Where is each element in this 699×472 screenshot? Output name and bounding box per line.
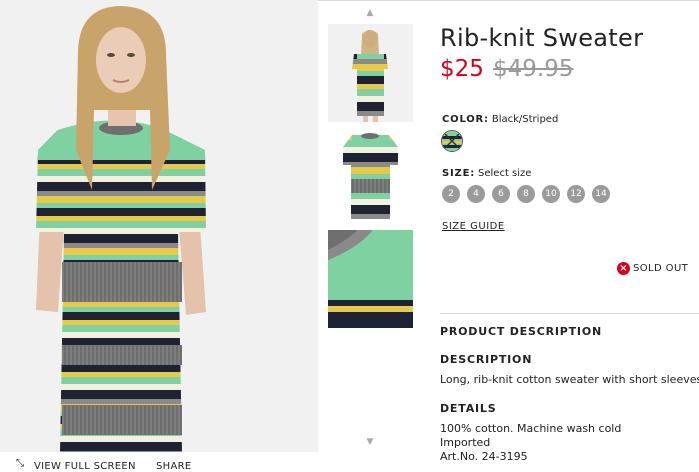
thumbnail-3[interactable] bbox=[328, 230, 413, 328]
close-circle-icon: × bbox=[617, 262, 630, 275]
details-heading: DETAILS bbox=[440, 402, 497, 415]
chevron-up-icon[interactable]: ▲ bbox=[325, 8, 415, 18]
details-line: 100% cotton. Machine wash cold bbox=[440, 422, 622, 435]
sold-out-label: SOLD OUT bbox=[633, 263, 689, 274]
thumbnail-2[interactable] bbox=[328, 127, 413, 225]
size-option[interactable]: 10 bbox=[542, 185, 560, 203]
size-option[interactable]: 14 bbox=[592, 185, 610, 203]
size-label: SIZE: bbox=[442, 168, 476, 179]
color-selector-label: COLOR: Black/Striped bbox=[442, 114, 558, 125]
thumbnail-1[interactable] bbox=[328, 24, 413, 122]
sale-price: $25 bbox=[440, 56, 484, 82]
color-swatch-black-striped[interactable] bbox=[441, 130, 463, 152]
product-title: Rib-knit Sweater bbox=[440, 24, 644, 52]
color-label: COLOR: bbox=[442, 114, 489, 125]
size-value: Select size bbox=[478, 168, 532, 179]
details-line: Imported bbox=[440, 436, 491, 449]
size-option[interactable]: 12 bbox=[567, 185, 585, 203]
main-product-image[interactable] bbox=[0, 0, 318, 452]
size-option[interactable]: 8 bbox=[517, 185, 535, 203]
size-selector-label: SIZE: Select size bbox=[442, 168, 531, 179]
description-heading: DESCRIPTION bbox=[440, 353, 533, 366]
product-description-heading: PRODUCT DESCRIPTION bbox=[440, 325, 602, 338]
section-divider bbox=[440, 313, 699, 314]
original-price: $49.95 bbox=[493, 56, 574, 82]
size-option[interactable]: 6 bbox=[492, 185, 510, 203]
thumbnail-strip: ▲ ▼ bbox=[325, 0, 415, 452]
chevron-down-icon[interactable]: ▼ bbox=[325, 437, 415, 447]
description-text: Long, rib-knit cotton sweater with short… bbox=[440, 373, 699, 386]
details-line: Art.No. 24-3195 bbox=[440, 450, 528, 463]
share-link[interactable]: SHARE bbox=[156, 461, 191, 472]
size-option[interactable]: 4 bbox=[467, 185, 485, 203]
expand-icon: ⤡ bbox=[16, 458, 25, 469]
size-guide-link[interactable]: SIZE GUIDE bbox=[442, 221, 505, 232]
size-option[interactable]: 2 bbox=[442, 185, 460, 203]
color-value: Black/Striped bbox=[491, 114, 559, 125]
